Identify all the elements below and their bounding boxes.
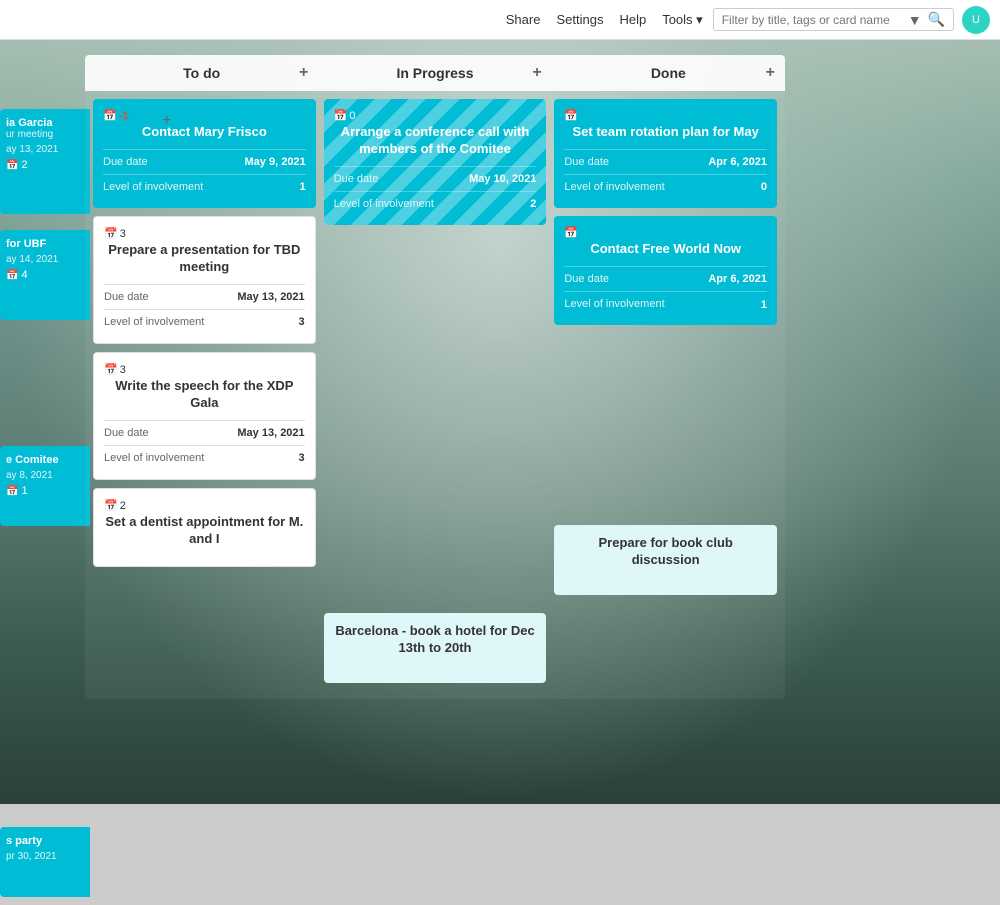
partial-card-title: ia Garcia [6,117,84,129]
in-progress-add-btn[interactable]: + [532,64,541,82]
card-conference[interactable]: 📅 0 Arrange a conference call with membe… [324,99,547,225]
card-tag-row: 📅 -1 [103,109,306,122]
card-due-date: Due date May 10, 2021 [334,173,537,185]
card-level: Level of involvement 2 [334,198,537,211]
card-tag-row: 📅 [564,226,767,239]
divider [334,166,537,167]
list-item[interactable]: ia Garcia ur meeting ay 13, 2021 📅 2 [0,109,90,214]
card-tag-row: 📅 2 [104,499,305,512]
help-link[interactable]: Help [619,12,646,27]
card-title: Barcelona - book a hotel for Dec 13th to… [334,623,537,657]
card-title: Set a dentist appointment for M. and I [104,514,305,548]
card-dentist[interactable]: 📅 2 Set a dentist appointment for M. and… [93,488,316,567]
card-due-date: Due date May 13, 2021 [104,291,305,303]
card-book-club[interactable]: Prepare for book club discussion [554,525,777,595]
card-tag-row: 📅 3 [104,227,305,240]
card-barcelona[interactable]: Barcelona - book a hotel for Dec 13th to… [324,613,547,683]
card-tag-row: 📅 [564,109,767,122]
card-tag-row: 📅 0 [334,109,537,122]
divider [564,266,767,267]
card-presentation[interactable]: 📅 3 Prepare a presentation for TBD meeti… [93,216,316,344]
card-title: Prepare a presentation for TBD meeting [104,242,305,276]
divider [564,174,767,175]
todo-column: 📅 -1 Contact Mary Frisco Due date May 9,… [93,99,316,575]
divider [104,284,305,285]
column-spacer [554,333,777,525]
card-level: Level of involvement 0 [564,181,767,194]
divider [103,174,306,175]
card-count: 3 [120,228,126,240]
list-item[interactable]: e Comitee ay 8, 2021 📅 1 [0,446,90,526]
calendar-icon: 📅 [104,227,118,240]
card-level: Level of involvement 3 [104,316,305,329]
navbar: Share Settings Help Tools ▾ ▼ 🔍 U [0,0,1000,40]
board: + To do + In Progress + Done + 📅 -1 Cont… [85,55,785,699]
done-add-btn[interactable]: + [766,64,775,82]
avatar[interactable]: U [962,6,990,34]
divider [334,191,537,192]
calendar-icon: 📅 [334,109,348,122]
done-column: 📅 Set team rotation plan for May Due dat… [554,99,777,603]
column-headers: + To do + In Progress + Done + [85,55,785,91]
card-tag-row: 📅 3 [104,363,305,376]
card-count: 0 [349,110,355,122]
card-due-date: Due date May 9, 2021 [103,156,306,168]
divider [104,309,305,310]
calendar-icon: 📅 [564,109,578,122]
card-due-date: Due date Apr 6, 2021 [564,156,767,168]
card-title: Write the speech for the XDP Gala [104,378,305,412]
calendar-icon: 📅 [104,499,118,512]
divider [564,149,767,150]
card-free-world[interactable]: 📅 Contact Free World Now Due date Apr 6,… [554,216,777,325]
card-count: 3 [120,364,126,376]
left-partial-column: ia Garcia ur meeting ay 13, 2021 📅 2 for… [0,55,90,905]
card-level: Level of involvement 1 [103,181,306,194]
calendar-icon: 📅 [564,226,578,239]
share-link[interactable]: Share [506,12,541,27]
column-header-done: Done + [552,55,785,91]
card-level: Level of involvement 3 [104,452,305,465]
search-input[interactable] [722,13,902,27]
column-header-in-progress: In Progress + [318,55,551,91]
card-title: Arrange a conference call with members o… [334,124,537,158]
divider [564,291,767,292]
card-title: Prepare for book club discussion [564,535,767,569]
card-title: Contact Free World Now [564,241,767,258]
column-header-todo: To do + [85,55,318,91]
card-due-date: Due date May 13, 2021 [104,427,305,439]
card-title: Contact Mary Frisco [103,124,306,141]
left-add-btn[interactable]: + [162,112,171,129]
settings-link[interactable]: Settings [556,12,603,27]
list-item[interactable]: for UBF ay 14, 2021 📅 4 [0,230,90,320]
card-contact-mary[interactable]: 📅 -1 Contact Mary Frisco Due date May 9,… [93,99,316,208]
card-title: Set team rotation plan for May [564,124,767,141]
list-item[interactable]: s party pr 30, 2021 [0,827,90,897]
card-rotation[interactable]: 📅 Set team rotation plan for May Due dat… [554,99,777,208]
in-progress-column: 📅 0 Arrange a conference call with membe… [324,99,547,691]
search-bar: ▼ 🔍 [713,8,954,31]
card-count: 2 [120,500,126,512]
calendar-icon: 📅 [104,363,118,376]
card-count: -1 [119,110,129,122]
filter-icon[interactable]: ▼ [908,12,922,28]
card-level: Level of involvement 1 [564,298,767,311]
card-due-date: Due date Apr 6, 2021 [564,273,767,285]
divider [103,149,306,150]
todo-add-btn[interactable]: + [299,64,308,82]
columns-body: 📅 -1 Contact Mary Frisco Due date May 9,… [85,91,785,699]
tools-link[interactable]: Tools ▾ [662,12,703,28]
divider [104,420,305,421]
calendar-icon: 📅 [103,109,117,122]
search-icon[interactable]: 🔍 [928,11,945,28]
column-spacer [324,233,547,613]
navbar-links: Share Settings Help Tools ▾ [506,12,703,28]
divider [104,445,305,446]
card-speech[interactable]: 📅 3 Write the speech for the XDP Gala Du… [93,352,316,480]
